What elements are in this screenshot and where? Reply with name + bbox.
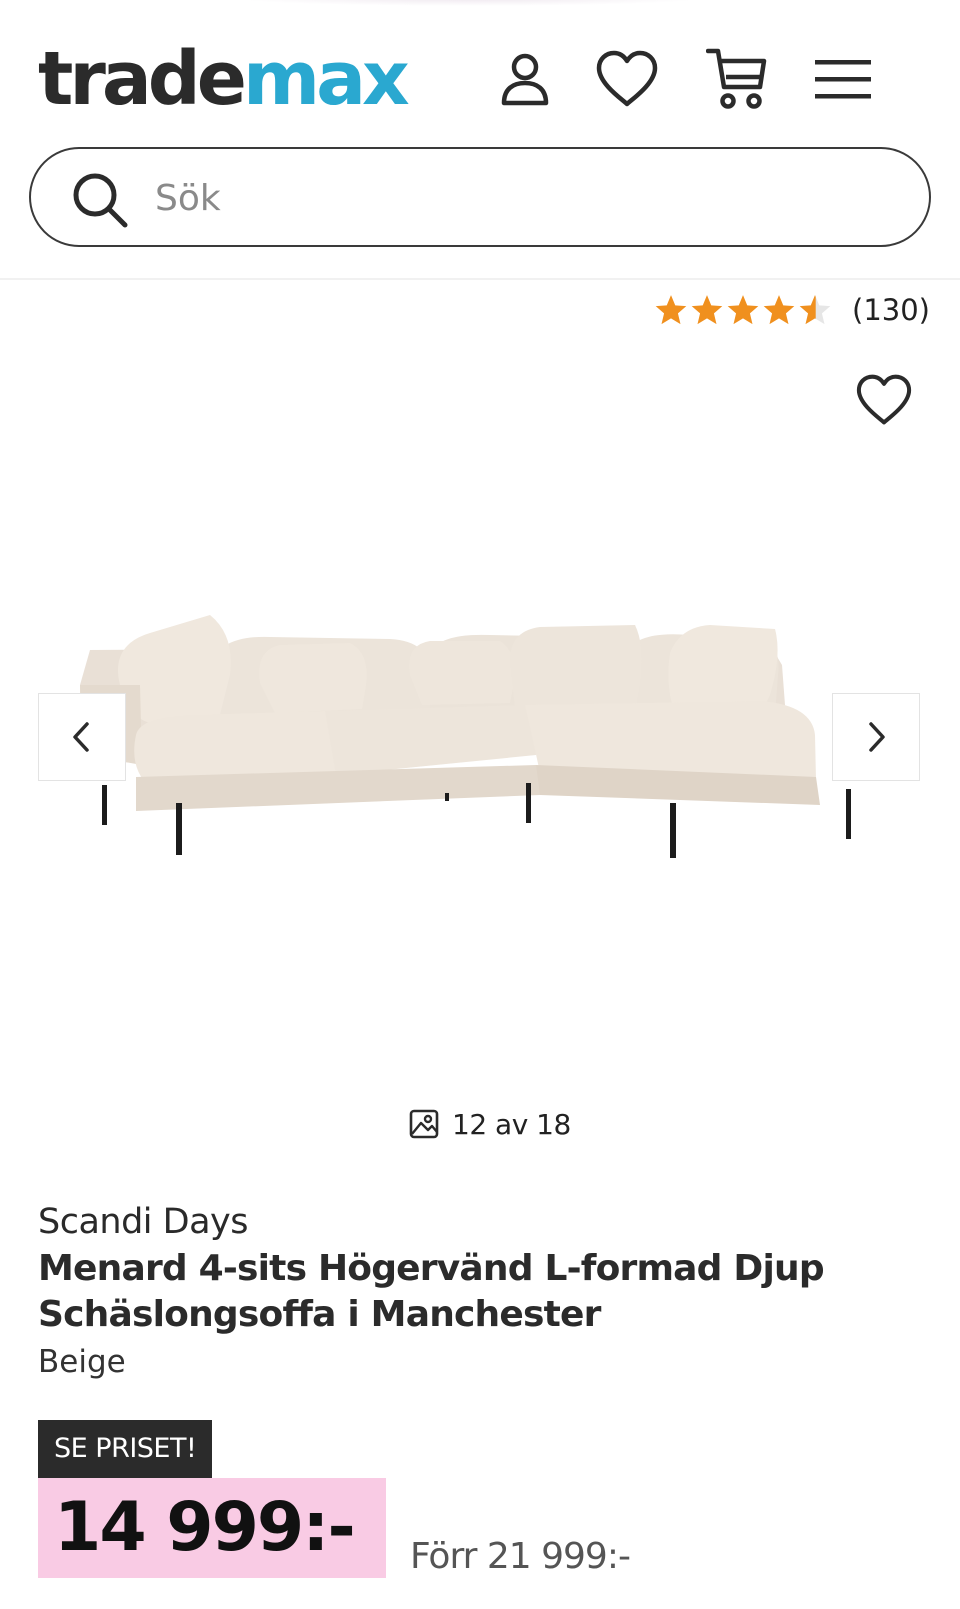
product-title: Menard 4-sits Högervänd L-formad Djup Sc… — [38, 1248, 825, 1335]
add-to-wishlist-button[interactable] — [852, 368, 916, 432]
product-image-sofa — [80, 615, 851, 858]
site-header: trademax — [0, 0, 960, 280]
logo-text-max: max — [242, 36, 410, 122]
product-color: Beige — [38, 1344, 126, 1380]
rating-count: (130) — [852, 293, 930, 327]
image-icon — [409, 1109, 439, 1139]
chevron-right-icon — [869, 722, 885, 752]
star-full-icon — [691, 295, 723, 325]
previous-price: Förr 21 999:- — [410, 1536, 631, 1577]
menu-button[interactable] — [808, 44, 878, 114]
product-image-gallery[interactable] — [0, 450, 960, 1070]
price-highlight: 14 999:- — [38, 1478, 386, 1578]
price-badge: SE PRISET! — [38, 1420, 213, 1478]
gallery-prev-button[interactable] — [38, 693, 126, 781]
cart-button[interactable] — [702, 44, 772, 114]
current-price: 14 999:- — [54, 1488, 356, 1567]
product-brand[interactable]: Scandi Days — [38, 1202, 249, 1242]
search-bar[interactable] — [29, 147, 931, 247]
star-half-icon — [799, 295, 831, 325]
heart-icon — [596, 50, 658, 107]
gallery-counter[interactable]: 12 av 18 — [408, 1104, 571, 1144]
account-button[interactable] — [490, 44, 560, 114]
star-full-icon — [763, 295, 795, 325]
search-icon[interactable] — [69, 169, 131, 231]
rating-stars — [654, 293, 834, 327]
gallery-next-button[interactable] — [832, 693, 920, 781]
cart-icon — [706, 48, 767, 109]
trademax-logo[interactable]: trademax — [38, 34, 410, 124]
heart-icon — [856, 374, 912, 425]
gallery-counter-text: 12 av 18 — [452, 1107, 571, 1141]
wishlist-button[interactable] — [592, 44, 662, 114]
star-full-icon — [727, 295, 759, 325]
chevron-left-icon — [73, 722, 89, 752]
search-input[interactable] — [155, 175, 855, 221]
user-icon — [501, 53, 549, 106]
logo-text-trade: trade — [38, 36, 247, 122]
menu-icon — [815, 60, 871, 99]
product-rating[interactable]: (130) — [654, 288, 930, 332]
star-full-icon — [655, 295, 687, 325]
